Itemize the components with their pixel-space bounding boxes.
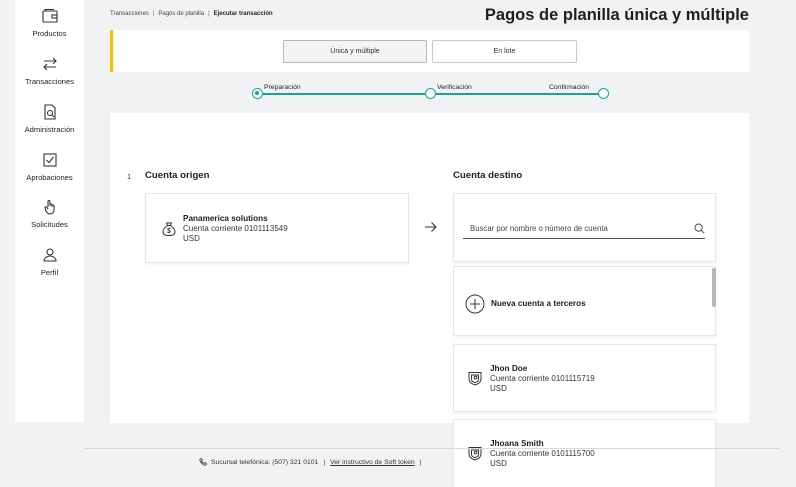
- breadcrumb-separator: |: [152, 11, 155, 17]
- tab-unica-multiple[interactable]: Única y múltiple: [283, 40, 427, 63]
- footer: Sucursal telefónica: (507) 321 0101 | Ve…: [199, 458, 426, 466]
- search-input[interactable]: [463, 219, 705, 239]
- sidebar-item-transacciones[interactable]: Transacciones: [15, 55, 84, 86]
- phone-icon: [199, 458, 207, 466]
- destination-account-item[interactable]: Jhoana Smith Cuenta corriente 0101115700…: [453, 419, 716, 487]
- footer-separator: |: [419, 458, 422, 466]
- user-icon: [42, 248, 57, 262]
- breadcrumb-item-transacciones[interactable]: Transacciones: [110, 11, 149, 17]
- sidebar-item-label: Productos: [32, 29, 67, 38]
- destination-account-number: Cuenta corriente 0101115700: [490, 449, 595, 458]
- arrow-right-icon: [425, 222, 437, 232]
- sidebar-item-aprobaciones[interactable]: Aprobaciones: [15, 151, 84, 182]
- footer-phone-text: Sucursal telefónica: (507) 321 0101: [211, 458, 319, 466]
- origin-account-currency: USD: [183, 234, 200, 243]
- origin-section-title: Cuenta origen: [145, 170, 210, 181]
- sidebar-item-label: Transacciones: [24, 77, 75, 86]
- destination-account-name: Jhon Doe: [490, 364, 528, 373]
- new-third-party-account-button[interactable]: Nueva cuenta a terceros: [453, 266, 716, 336]
- money-bag-icon: [162, 222, 176, 237]
- soft-token-guide-link[interactable]: Ver instructivo de Soft token: [330, 459, 415, 466]
- footer-divider: [84, 448, 781, 449]
- origin-account-card[interactable]: Panamerica solutions Cuenta corriente 01…: [145, 193, 409, 263]
- page-title: Pagos de planilla única y múltiple: [484, 6, 749, 24]
- plus-circle-icon: [465, 294, 485, 314]
- destination-account-item[interactable]: Jhon Doe Cuenta corriente 0101115719 USD: [453, 344, 716, 412]
- breadcrumb-current: Ejecutar transacción: [213, 11, 273, 17]
- breadcrumb: Transacciones | Pagos de planilla | Ejecutar…: [110, 11, 273, 17]
- checkbox-icon: [42, 153, 57, 167]
- sidebar-item-perfil[interactable]: Perfil: [15, 246, 84, 277]
- step-connector: [435, 93, 598, 95]
- destination-search-card: [453, 193, 716, 262]
- step-dot-confirmacion: [598, 88, 609, 99]
- destination-account-currency: USD: [490, 459, 507, 468]
- destination-account-currency: USD: [490, 384, 507, 393]
- document-search-icon: [43, 104, 56, 120]
- sidebar-item-label: Aprobaciones: [26, 173, 73, 182]
- step-label-confirmacion: Confirmación: [549, 84, 590, 91]
- section-step-number: 1: [127, 172, 132, 181]
- breadcrumb-separator: |: [208, 11, 210, 17]
- transfer-arrows-icon: [42, 57, 57, 71]
- sidebar-item-label: Administración: [24, 125, 75, 134]
- search-icon[interactable]: [694, 223, 705, 234]
- tab-en-lote[interactable]: En lote: [432, 40, 577, 63]
- destination-account-name: Jhoana Smith: [490, 439, 544, 448]
- step-dot-verificacion: [425, 88, 436, 99]
- step-dot-preparacion: [252, 88, 263, 99]
- sidebar-item-administracion[interactable]: Administración: [15, 103, 84, 134]
- destination-account-list: Nueva cuenta a terceros Jhon Doe Cuenta …: [453, 266, 719, 487]
- origin-account-name: Panamerica solutions: [183, 214, 268, 223]
- origin-account-number: Cuenta corriente 0101113549: [183, 224, 288, 233]
- sidebar-item-label: Solicitudes: [31, 220, 68, 229]
- breadcrumb-item-pagos-planilla[interactable]: Pagos de planilla: [158, 11, 204, 17]
- list-scrollbar-thumb[interactable]: [712, 268, 716, 307]
- sidebar-item-productos[interactable]: Productos: [15, 7, 84, 38]
- step-connector: [262, 93, 425, 95]
- tabs-card: Única y múltiple En lote: [110, 30, 749, 72]
- step-label-preparacion: Preparación: [264, 84, 301, 91]
- footer-separator: |: [323, 458, 326, 466]
- wallet-icon: [41, 8, 58, 23]
- sidebar-item-solicitudes[interactable]: Solicitudes: [15, 198, 84, 229]
- hand-pointer-icon: [43, 199, 55, 215]
- destination-account-number: Cuenta corriente 0101115719: [490, 374, 595, 383]
- destination-section-title: Cuenta destino: [453, 170, 523, 181]
- sidebar-item-label: Perfil: [40, 268, 59, 277]
- shield-account-icon: [468, 372, 482, 386]
- sidebar: Productos Transacciones Administración A…: [15, 0, 84, 422]
- new-third-party-account-label: Nueva cuenta a terceros: [491, 299, 586, 308]
- step-label-verificacion: Verificación: [437, 84, 472, 91]
